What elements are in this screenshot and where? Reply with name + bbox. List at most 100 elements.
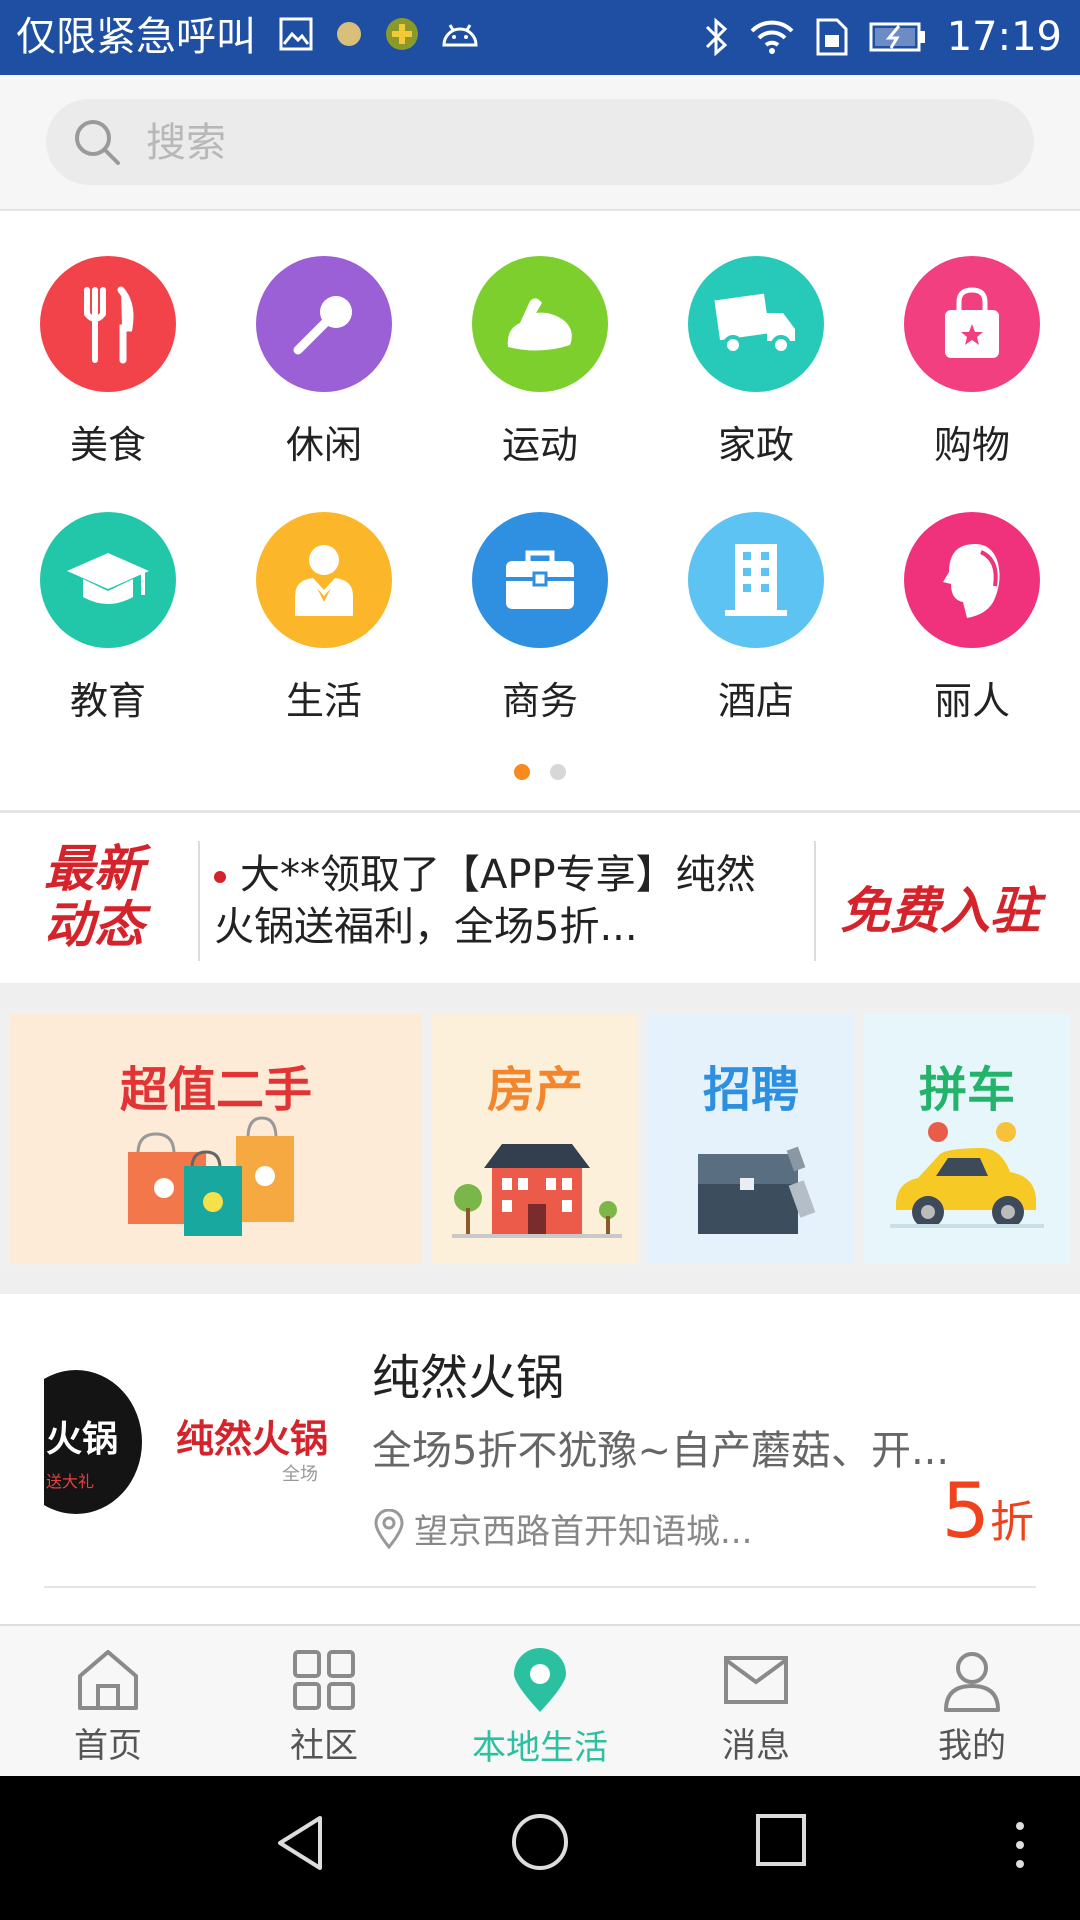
more-options-icon[interactable] [1010,1820,1030,1870]
merchant-address-text: 望京西路首开知语城... [414,1512,753,1552]
car-icon [890,1122,1044,1228]
android-icon [442,24,478,47]
tab-home[interactable]: 首页 [28,1648,188,1767]
free-join-button[interactable]: 免费入驻 [840,871,1040,943]
bluetooth-icon [705,17,727,57]
notification-icons [278,16,480,52]
sim-icon [816,18,848,56]
gallery-icon [279,17,313,51]
briefcase-illustration-icon [698,1146,816,1234]
news-ticker: 最新 动态 大**领取了【APP专享】纯然火锅送福利，全场5折... 免费入驻 [0,813,1080,983]
shopping-bags-icon [128,1116,294,1236]
thumb-logo-sub: 送大礼 [46,1472,95,1491]
thumb-small-text: 全场 [282,1464,318,1485]
category-beauty-circle [904,512,1040,648]
shopping-bag-icon [945,287,999,358]
thumb-logo-text: 火锅 [46,1419,119,1460]
category-life-circle [256,512,392,648]
news-separator [814,841,816,961]
tab-community[interactable]: 社区 [244,1648,404,1767]
woman-profile-icon [943,544,1000,618]
category-education-circle [40,512,176,648]
category-label: 运动 [501,423,578,467]
section-spacer [0,1270,1080,1294]
bicep-icon [507,298,572,351]
category-leisure[interactable]: 休闲 [224,256,424,469]
category-leisure-circle [256,256,392,392]
search-bar-container [0,75,1080,211]
status-bar: 仅限紧急呼叫 17:19 [0,0,1080,75]
tab-label: 消息 [722,1726,790,1766]
category-label: 酒店 [717,679,794,723]
promo-row: 超值二手 房产 招聘 拼车 [0,1008,1080,1270]
category-sports[interactable]: 运动 [440,256,640,469]
truck-icon [714,293,795,355]
news-title-line2: 动态 [44,896,144,954]
merchant-listing[interactable]: 火锅 送大礼 纯然火锅 全场 纯然火锅 全场5折不犹豫~自产蘑菇、开... 望京… [0,1294,1080,1624]
category-label: 购物 [933,423,1010,467]
microphone-icon [293,296,352,355]
search-input[interactable] [144,99,1008,187]
tab-label: 首页 [74,1726,142,1766]
thumb-brand-text: 纯然火锅 [176,1417,329,1461]
section-spacer [0,983,1080,1008]
battery-icon [869,22,925,52]
wifi-icon [750,20,794,54]
back-icon[interactable] [272,1812,328,1874]
page-dot-1[interactable] [514,764,530,780]
tab-local-life[interactable]: 本地生活 [460,1648,620,1769]
category-housekeeping[interactable]: 家政 [656,256,856,469]
search-icon [75,120,120,165]
category-label: 美食 [69,423,146,467]
category-label: 休闲 [285,423,362,467]
promo-real-estate[interactable]: 房产 [432,1014,638,1264]
category-hotel[interactable]: 酒店 [656,512,856,725]
promo-title: 招聘 [702,1062,799,1118]
promo-title: 房产 [486,1062,583,1118]
discount-badge: 5折 [942,1466,1034,1555]
news-title-line1: 最新 [44,840,144,898]
category-label: 家政 [717,423,794,467]
home-icon [78,1650,138,1710]
person-icon [295,545,353,616]
category-life[interactable]: 生活 [224,512,424,725]
news-item-text: 大**领取了【APP专享】纯然火锅送福利，全场5折... [214,852,756,950]
page-dot-2[interactable] [550,764,566,780]
promo-jobs[interactable]: 招聘 [648,1014,854,1264]
category-shopping[interactable]: 购物 [872,256,1072,469]
system-navigation-bar [0,1776,1080,1920]
home-nav-icon[interactable] [510,1812,570,1872]
category-business[interactable]: 商务 [440,512,640,725]
tab-label: 社区 [290,1726,358,1766]
category-label: 教育 [69,679,146,723]
merchant-description: 全场5折不犹豫~自产蘑菇、开... [372,1428,950,1474]
fork-knife-icon [84,286,134,364]
news-bullet-icon [214,871,226,883]
merchant-thumbnail: 火锅 送大礼 纯然火锅 全场 [44,1350,334,1534]
bottom-tab-bar: 首页 社区 本地生活 消息 我的 [0,1624,1080,1778]
graduation-cap-icon [67,553,149,604]
game-icon [386,18,418,50]
category-label: 丽人 [933,679,1010,723]
news-title: 最新 动态 [44,841,174,953]
search-box[interactable] [46,99,1034,187]
category-beauty[interactable]: 丽人 [872,512,1072,725]
category-label: 商务 [501,679,578,723]
house-icon [452,1144,622,1238]
tab-profile[interactable]: 我的 [892,1648,1052,1767]
tab-messages[interactable]: 消息 [676,1648,836,1767]
news-item[interactable]: 大**领取了【APP专享】纯然火锅送福利，全场5折... [214,849,784,953]
clock: 17:19 [946,14,1062,60]
merchant-name: 纯然火锅 [372,1350,565,1406]
category-education[interactable]: 教育 [8,512,208,725]
promo-secondhand[interactable]: 超值二手 [10,1014,422,1264]
promo-carpool[interactable]: 拼车 [864,1014,1070,1264]
system-status: 17:19 [703,12,1062,62]
merchant-address: 望京西路首开知语城... [372,1504,752,1553]
promo-title: 超值二手 [119,1062,312,1118]
carrier-text: 仅限紧急呼叫 [16,14,256,60]
category-food[interactable]: 美食 [8,256,208,469]
recents-icon[interactable] [754,1812,808,1868]
category-food-circle [40,256,176,392]
briefcase-icon [506,550,574,609]
